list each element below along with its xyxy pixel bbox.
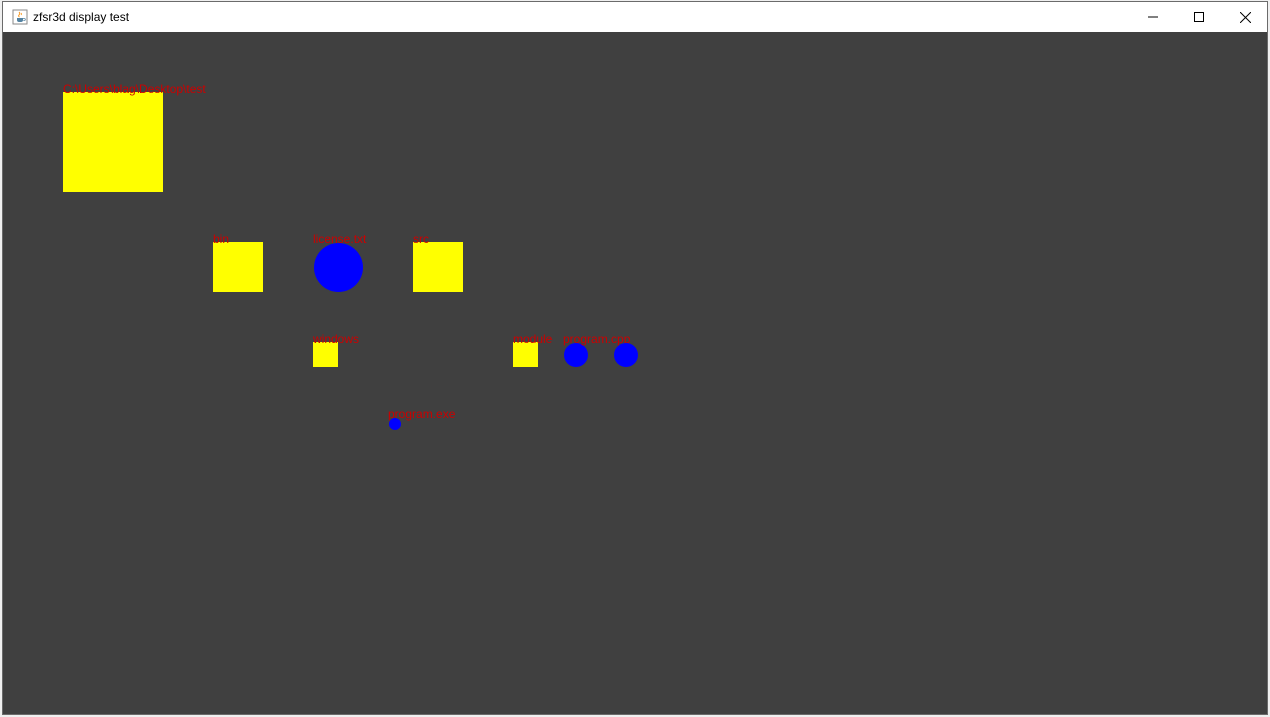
label-module: module — [513, 332, 553, 346]
app-window: zfsr3d display test C:\Users\blag\Deskto… — [2, 1, 1268, 715]
node-src-directory[interactable] — [413, 242, 463, 292]
node-root-directory[interactable] — [63, 92, 163, 192]
maximize-button[interactable] — [1176, 2, 1222, 32]
label-src: src — [413, 232, 429, 246]
node-license-file[interactable] — [314, 243, 363, 292]
node-bin-directory[interactable] — [213, 242, 263, 292]
label-license: license.txt — [313, 232, 367, 246]
title-bar[interactable]: zfsr3d display test — [3, 2, 1267, 32]
node-program-cpp-file[interactable] — [564, 343, 588, 367]
close-button[interactable] — [1222, 2, 1267, 32]
java-cup-icon — [12, 9, 28, 25]
close-icon — [1239, 11, 1251, 23]
label-bin: bin — [213, 232, 230, 246]
label-root-directory: C:\Users\blag\Desktop\test — [63, 82, 206, 96]
maximize-icon — [1194, 12, 1204, 22]
minimize-icon — [1148, 16, 1158, 18]
window-title: zfsr3d display test — [33, 10, 130, 24]
label-windows: windows — [313, 332, 360, 346]
display-canvas[interactable]: C:\Users\blag\Desktop\test bin license.t… — [3, 32, 1267, 714]
label-program-exe: program.exe — [388, 407, 456, 421]
node-file-2[interactable] — [614, 343, 638, 367]
minimize-button[interactable] — [1130, 2, 1176, 32]
